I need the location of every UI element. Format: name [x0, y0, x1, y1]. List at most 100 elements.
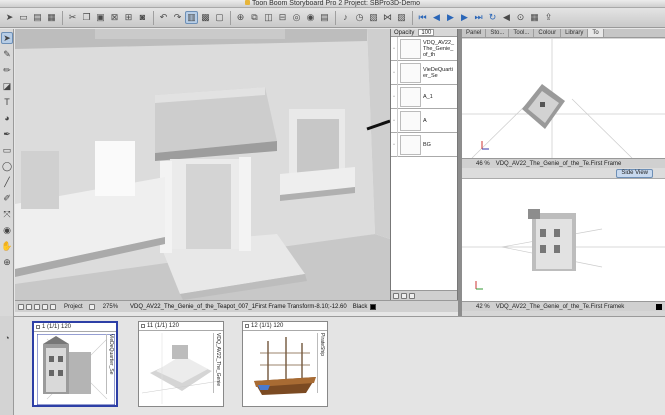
stage-toggle-button[interactable] [34, 303, 40, 310]
transform-tool-icon[interactable]: ⤧ [1, 208, 13, 220]
current-color-swatch[interactable] [370, 303, 377, 310]
camera-view-icon[interactable]: ◉ [304, 11, 317, 24]
stage-view[interactable] [15, 29, 390, 300]
paste-icon[interactable]: ▣ [94, 11, 107, 24]
layer-name: VDQ_AV22_The_Genie_of_th [423, 39, 455, 58]
previous-frame-icon[interactable]: ◀ [430, 11, 443, 24]
merge-panel-icon[interactable]: ⊟ [276, 11, 289, 24]
top-view-zoom[interactable]: 46 % [476, 161, 490, 167]
copy-icon[interactable]: ❐ [80, 11, 93, 24]
zoom-icon[interactable]: ⊙ [514, 11, 527, 24]
opacity-field[interactable]: 100 [418, 29, 435, 36]
hand-tool-icon[interactable]: ✋ [1, 240, 13, 252]
new-file-icon[interactable]: ▭ [17, 11, 30, 24]
tab-top-view[interactable]: To [588, 29, 604, 37]
tab-panel[interactable]: Panel [462, 29, 487, 37]
camera-icon[interactable]: ◙ [136, 11, 149, 24]
layer-visibility-icon[interactable]: ▫ [391, 36, 398, 61]
thumbnail-panel-12[interactable]: 12 (1/1) 120 PirateShip [242, 321, 328, 407]
add-layer-button[interactable] [393, 292, 399, 299]
volume-icon[interactable]: ◀ [500, 11, 513, 24]
layer-row[interactable]: ▫ VDQ_AV22_The_Genie_of_th [391, 36, 457, 61]
add-panel-icon[interactable]: ⊕ [234, 11, 247, 24]
grid-icon[interactable]: ▥ [185, 11, 198, 24]
open-folder-icon[interactable]: ▤ [31, 11, 44, 24]
lightbulb-icon[interactable]: ◔ [1, 332, 13, 344]
scene-icon[interactable]: ▧ [367, 11, 380, 24]
layer-row[interactable]: ▫ VieDeQuartier_Se [391, 60, 457, 85]
stage-toggle-button[interactable] [18, 303, 24, 310]
select-arrow-icon[interactable]: ➤ [3, 11, 16, 24]
tab-tool-properties[interactable]: Tool... [509, 29, 535, 37]
view-mode-select[interactable]: Project [61, 304, 86, 310]
split-panel-icon[interactable]: ◫ [262, 11, 275, 24]
layer-row[interactable]: ▫ BG [391, 132, 457, 157]
panel-checkbox[interactable] [36, 325, 40, 329]
duplicate-panel-icon[interactable]: ⧉ [248, 11, 261, 24]
last-frame-icon[interactable]: ⏭ [472, 11, 485, 24]
stage-toggle-button[interactable] [42, 303, 48, 310]
loop-icon[interactable]: ↻ [486, 11, 499, 24]
layer-name: BG [423, 141, 431, 148]
layer-options-button[interactable] [409, 292, 415, 299]
play-icon[interactable]: ▶ [444, 11, 457, 24]
next-frame-icon[interactable]: ▶ [458, 11, 471, 24]
tab-library[interactable]: Library [561, 29, 589, 37]
export-icon[interactable]: ⇪ [542, 11, 555, 24]
panel-checkbox[interactable] [245, 324, 249, 328]
select-tool-icon[interactable]: ➤ [1, 32, 13, 44]
render-icon[interactable]: ▦ [528, 11, 541, 24]
zoom-out-button[interactable] [88, 303, 95, 310]
undo-icon[interactable]: ↶ [157, 11, 170, 24]
layer-row[interactable]: ▫ A_1 [391, 84, 457, 109]
dropper-tool-icon[interactable]: ✐ [1, 192, 13, 204]
time-icon[interactable]: ◷ [353, 11, 366, 24]
light-table-icon[interactable]: ▩ [199, 11, 212, 24]
ellipse-tool-icon[interactable]: ◯ [1, 160, 13, 172]
tools-toolbar: ➤ ✎ ✏ ◪ T ◕ ✒ ▭ ◯ ╱ ✐ ⤧ ◉ ✋ ⊕ [0, 29, 14, 316]
thumbnail-art [142, 333, 220, 404]
safe-area-icon[interactable]: ▢ [213, 11, 226, 24]
stage-toggle-button[interactable] [50, 303, 56, 310]
stage-zoom[interactable]: 275% [100, 304, 121, 310]
onion-skin-icon[interactable]: ◎ [290, 11, 303, 24]
side-view-button[interactable]: Side View [616, 169, 653, 178]
sound-icon[interactable]: ♪ [339, 11, 352, 24]
thumbnail-panel-11[interactable]: 11 (1/1) 120 VDQ_AV22_The_Genie [138, 321, 224, 407]
top-view[interactable] [462, 39, 665, 158]
group-icon[interactable]: ⊞ [122, 11, 135, 24]
panel-checkbox[interactable] [141, 324, 145, 328]
zoom-tool-icon[interactable]: ⊕ [1, 256, 13, 268]
text-tool-icon[interactable]: T [1, 96, 13, 108]
delete-layer-button[interactable] [401, 292, 407, 299]
layer-visibility-icon[interactable]: ▫ [391, 108, 398, 133]
layer-visibility-icon[interactable]: ▫ [391, 84, 398, 109]
brush-tool-icon[interactable]: ✎ [1, 48, 13, 60]
layer-visibility-icon[interactable]: ▫ [391, 60, 398, 85]
cut-icon[interactable]: ✂ [66, 11, 79, 24]
first-frame-icon[interactable]: ⏮ [416, 11, 429, 24]
delete-icon[interactable]: ⊠ [108, 11, 121, 24]
layer-icon[interactable]: ▤ [318, 11, 331, 24]
ink-tool-icon[interactable]: ✒ [1, 128, 13, 140]
side-view[interactable] [462, 179, 665, 301]
side-view-zoom[interactable]: 42 % [476, 304, 490, 310]
pencil-tool-icon[interactable]: ✏ [1, 64, 13, 76]
layer-visibility-icon[interactable]: ▫ [391, 132, 398, 157]
save-icon[interactable]: ▦ [45, 11, 58, 24]
paint-tool-icon[interactable]: ◕ [1, 112, 13, 124]
thumbnail-side-label: PirateShip [317, 333, 325, 393]
sequence-icon[interactable]: ▨ [395, 11, 408, 24]
shape-tool-icon[interactable]: ▭ [1, 144, 13, 156]
redo-icon[interactable]: ↷ [171, 11, 184, 24]
thumbnail-panel-1[interactable]: 1 (1/1) 120 VieDeQuartier_Se [32, 321, 118, 407]
transition-icon[interactable]: ⋈ [381, 11, 394, 24]
layer-row[interactable]: ▫ A [391, 108, 457, 133]
stage-toggle-button[interactable] [26, 303, 32, 310]
eraser-tool-icon[interactable]: ◪ [1, 80, 13, 92]
line-tool-icon[interactable]: ╱ [1, 176, 13, 188]
camera-tool-icon[interactable]: ◉ [1, 224, 13, 236]
thumbnail-header: 12 (1/1) 120 [243, 322, 327, 331]
tab-storyboard[interactable]: Sto... [486, 29, 510, 37]
tab-colour[interactable]: Colour [534, 29, 562, 37]
